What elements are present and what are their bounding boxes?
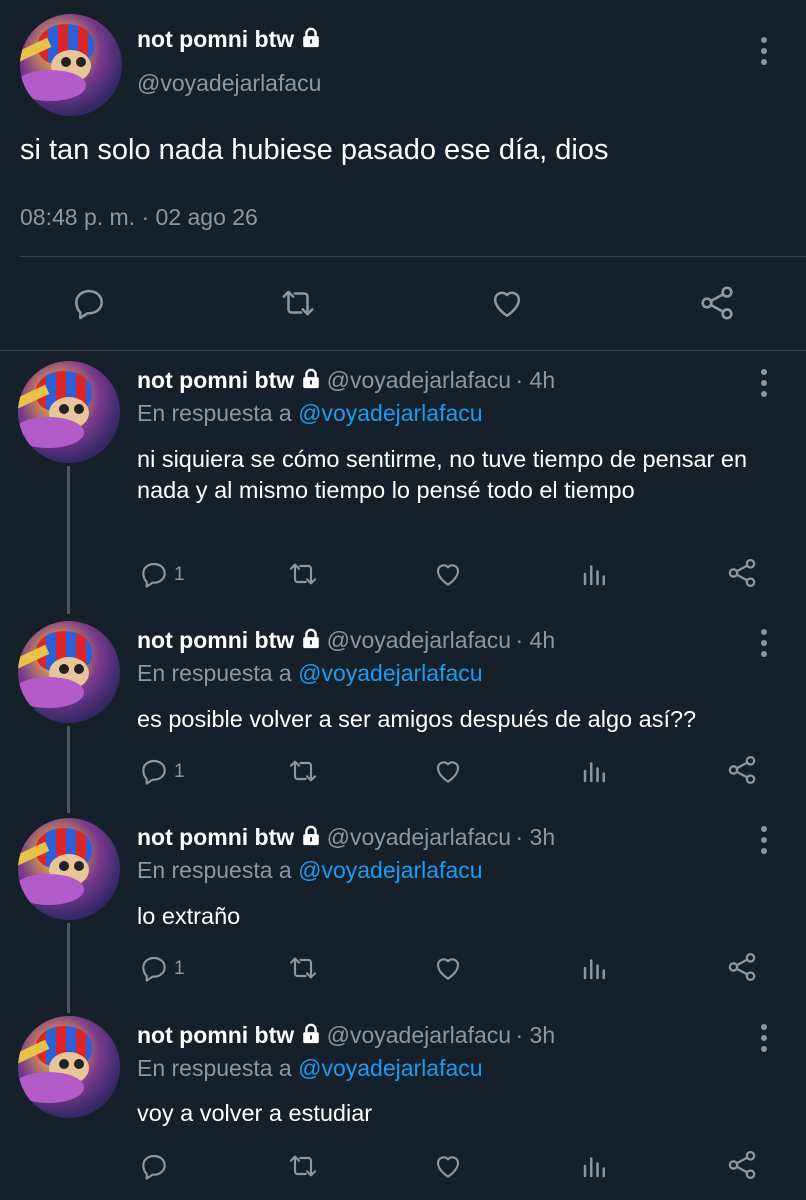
reply-icon[interactable] <box>138 755 170 787</box>
reply-count: 1 <box>174 958 185 979</box>
reply-context: En respuesta a @voyadejarlafacu <box>137 660 483 687</box>
reply-icon[interactable] <box>138 558 170 590</box>
thread-connector <box>67 923 70 1013</box>
author-handle[interactable]: @voyadejarlafacu <box>327 367 511 393</box>
avatar[interactable] <box>18 818 120 920</box>
tweet-age: · 3h <box>515 1022 556 1048</box>
reply-header: not pomni btw @voyadejarlafacu · 4h <box>137 627 555 655</box>
reply-context: En respuesta a @voyadejarlafacu <box>137 1055 483 1082</box>
analytics-icon[interactable] <box>580 558 610 590</box>
lock-icon <box>300 368 322 395</box>
reply-to-link[interactable]: @voyadejarlafacu <box>298 660 482 686</box>
analytics-icon[interactable] <box>580 755 610 787</box>
timestamp-separator: · <box>141 204 150 230</box>
reply-context: En respuesta a @voyadejarlafacu <box>137 400 483 427</box>
reply-prefix: En respuesta a <box>137 660 292 686</box>
analytics-icon[interactable] <box>580 1150 610 1182</box>
tweet-age: · 4h <box>515 627 556 653</box>
author-name[interactable]: not pomni btw <box>137 367 294 393</box>
like-icon[interactable] <box>431 558 465 590</box>
reply-header: not pomni btw @voyadejarlafacu · 4h <box>137 367 555 395</box>
author-name[interactable]: not pomni btw <box>137 1022 294 1048</box>
divider <box>20 256 806 257</box>
reply-to-link[interactable]: @voyadejarlafacu <box>298 1055 482 1081</box>
reply-to-link[interactable]: @voyadejarlafacu <box>298 857 482 883</box>
lock-icon <box>300 1023 322 1050</box>
author-name[interactable]: not pomni btw <box>137 824 294 850</box>
more-options-icon[interactable] <box>760 369 768 402</box>
lock-icon <box>300 628 322 655</box>
author-handle[interactable]: @voyadejarlafacu <box>137 70 321 97</box>
tweet-age: · 4h <box>515 367 556 393</box>
share-icon[interactable] <box>725 556 759 590</box>
avatar[interactable] <box>18 1016 120 1118</box>
tweet-text: ni siquiera se cómo sentirme, no tuve ti… <box>137 446 748 503</box>
reply-header: not pomni btw @voyadejarlafacu · 3h <box>137 824 555 852</box>
author-handle[interactable]: @voyadejarlafacu <box>327 824 511 850</box>
divider <box>0 350 806 351</box>
share-icon[interactable] <box>725 753 759 787</box>
reply-icon[interactable] <box>138 952 170 984</box>
analytics-icon[interactable] <box>580 952 610 984</box>
reply-prefix: En respuesta a <box>137 1055 292 1081</box>
reply-icon[interactable] <box>138 1150 170 1182</box>
share-icon[interactable] <box>725 1148 759 1182</box>
reply-prefix: En respuesta a <box>137 857 292 883</box>
share-icon[interactable] <box>725 950 759 984</box>
author-name[interactable]: not pomni btw <box>137 26 294 52</box>
reply-to-link[interactable]: @voyadejarlafacu <box>298 400 482 426</box>
tweet-text: voy a volver a estudiar <box>137 1100 373 1126</box>
reply-prefix: En respuesta a <box>137 400 292 426</box>
more-options-icon[interactable] <box>760 826 768 859</box>
avatar[interactable] <box>20 14 122 116</box>
retweet-icon[interactable] <box>286 755 320 787</box>
tweet-text: es posible volver a ser amigos después d… <box>137 706 697 732</box>
share-icon[interactable] <box>697 283 737 323</box>
tweet-time: 08:48 p. m. <box>20 204 136 230</box>
like-icon[interactable] <box>487 284 527 322</box>
more-options-icon[interactable] <box>760 1024 768 1057</box>
lock-icon <box>300 825 322 852</box>
reply-context: En respuesta a @voyadejarlafacu <box>137 857 483 884</box>
avatar[interactable] <box>18 361 120 463</box>
lock-icon <box>300 27 322 54</box>
retweet-icon[interactable] <box>286 952 320 984</box>
like-icon[interactable] <box>431 1150 465 1182</box>
thread-connector <box>67 726 70 813</box>
tweet-age: · 3h <box>515 824 556 850</box>
avatar[interactable] <box>18 621 120 723</box>
reply-count: 1 <box>174 564 185 585</box>
main-author-row: not pomni btw <box>137 26 322 54</box>
reply-count: 1 <box>174 761 185 782</box>
tweet-date: 02 ago 26 <box>155 204 258 230</box>
author-handle[interactable]: @voyadejarlafacu <box>327 627 511 653</box>
reply-icon[interactable] <box>70 284 108 322</box>
like-icon[interactable] <box>431 755 465 787</box>
retweet-icon[interactable] <box>278 284 318 322</box>
tweet-text: si tan solo nada hubiese pasado ese día,… <box>20 134 609 166</box>
tweet-timestamp: 08:48 p. m. · 02 ago 26 <box>20 204 258 231</box>
like-icon[interactable] <box>431 952 465 984</box>
retweet-icon[interactable] <box>286 558 320 590</box>
author-name[interactable]: not pomni btw <box>137 627 294 653</box>
more-options-icon[interactable] <box>760 37 768 70</box>
thread-connector <box>67 466 70 614</box>
reply-header: not pomni btw @voyadejarlafacu · 3h <box>137 1022 555 1050</box>
author-handle[interactable]: @voyadejarlafacu <box>327 1022 511 1048</box>
more-options-icon[interactable] <box>760 629 768 662</box>
tweet-text: lo extraño <box>137 903 241 929</box>
retweet-icon[interactable] <box>286 1150 320 1182</box>
